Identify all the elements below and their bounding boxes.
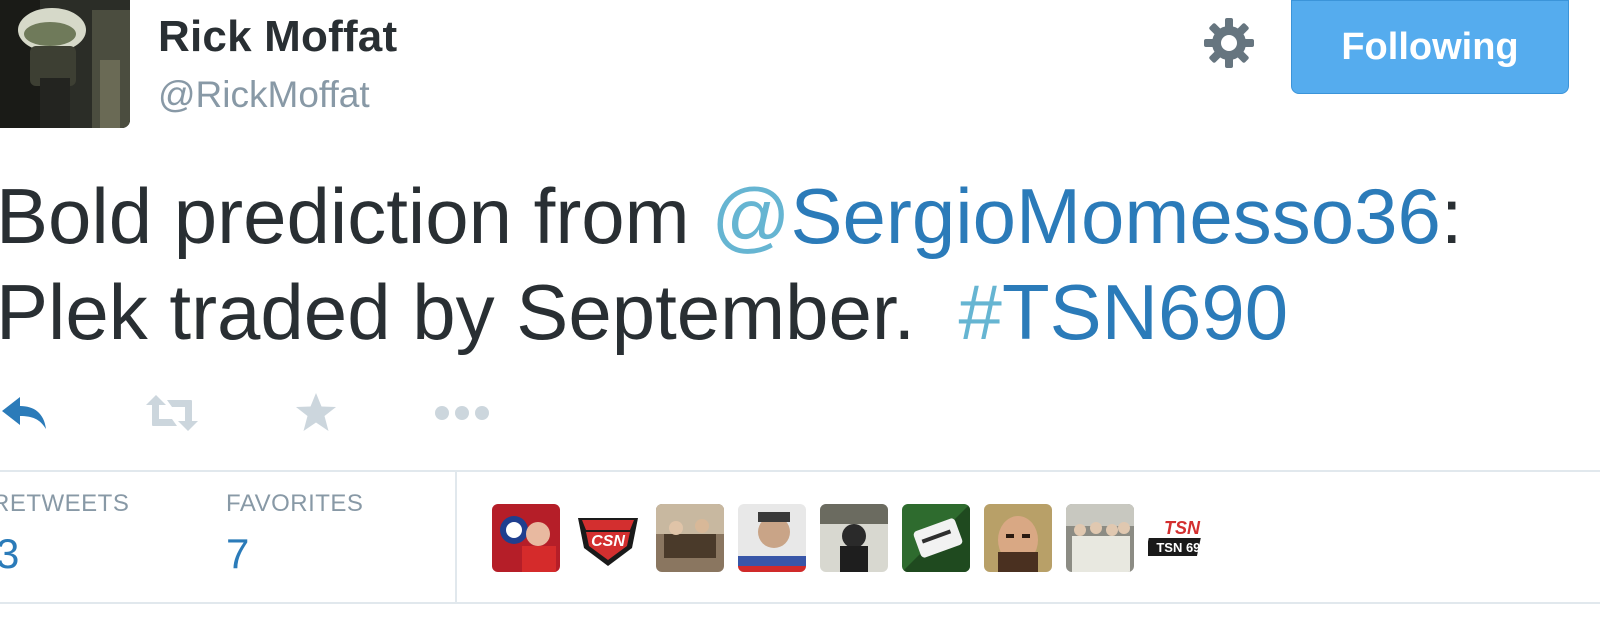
following-button[interactable]: Following — [1291, 0, 1569, 94]
star-icon — [296, 393, 336, 431]
tweet-text-segment: Plek traded by September. — [0, 268, 959, 356]
tweet-text: Bold prediction from @SergioMomesso36: P… — [0, 168, 1596, 360]
user-handle[interactable]: @RickMoffat — [158, 74, 370, 116]
favorites-count: 7 — [226, 530, 250, 577]
mention-link[interactable]: @SergioMomesso36 — [711, 172, 1441, 260]
favoriter-avatar[interactable] — [738, 504, 806, 572]
favorites-stat[interactable]: FAVORITES 7 — [226, 490, 363, 578]
user-display-name[interactable]: Rick Moffat — [158, 12, 397, 62]
reply-button[interactable] — [0, 388, 48, 438]
favoriter-avatar[interactable] — [984, 504, 1052, 572]
mention-at-symbol: @ — [711, 172, 791, 260]
favoriter-avatar-tsn690-logo[interactable]: TSN TSN 690 — [1148, 504, 1216, 572]
tweet-text-line-1: Bold prediction from @SergioMomesso36: — [0, 168, 1596, 264]
favorite-button[interactable] — [294, 388, 338, 438]
retweets-stat[interactable]: RETWEETS 3 — [0, 490, 129, 578]
hashtag-link[interactable]: #TSN690 — [959, 268, 1289, 356]
mention-name: SergioMomesso36 — [790, 172, 1441, 260]
tweet-text-segment: Bold prediction from — [0, 172, 712, 260]
retweets-label: RETWEETS — [0, 490, 130, 517]
favorites-label: FAVORITES — [226, 490, 364, 517]
favoriter-avatar-csn-logo[interactable]: CSN — [574, 504, 642, 572]
more-dots-icon — [435, 406, 489, 420]
favoriter-avatar[interactable] — [656, 504, 724, 572]
gear-icon[interactable] — [1200, 14, 1258, 72]
retweet-button[interactable] — [142, 388, 202, 438]
favoriter-avatar[interactable] — [492, 504, 560, 572]
favoriter-avatar[interactable] — [1066, 504, 1134, 572]
tweet-text-line-2: Plek traded by September. #TSN690 — [0, 264, 1596, 360]
stats-divider — [455, 472, 457, 602]
hashtag-name: TSN690 — [1001, 268, 1289, 356]
reply-icon — [2, 397, 46, 429]
csn-logo-text: CSN — [591, 533, 625, 550]
tsn690-logo-text: TSN 690 — [1156, 540, 1207, 555]
tweet-card: Rick Moffat @RickMoffat Following Bold p… — [0, 0, 1600, 640]
more-button[interactable] — [432, 388, 492, 438]
favoriter-avatar[interactable] — [820, 504, 888, 572]
favoriter-avatar[interactable] — [902, 504, 970, 572]
svg-text:TSN: TSN — [1164, 518, 1201, 538]
tweet-actions — [0, 388, 600, 438]
tweet-text-segment: : — [1440, 172, 1463, 260]
retweet-icon — [146, 395, 198, 431]
divider — [0, 470, 1600, 472]
user-avatar[interactable] — [0, 0, 130, 128]
hashtag-symbol: # — [958, 268, 1002, 356]
retweets-count: 3 — [0, 530, 20, 577]
divider — [0, 602, 1600, 604]
